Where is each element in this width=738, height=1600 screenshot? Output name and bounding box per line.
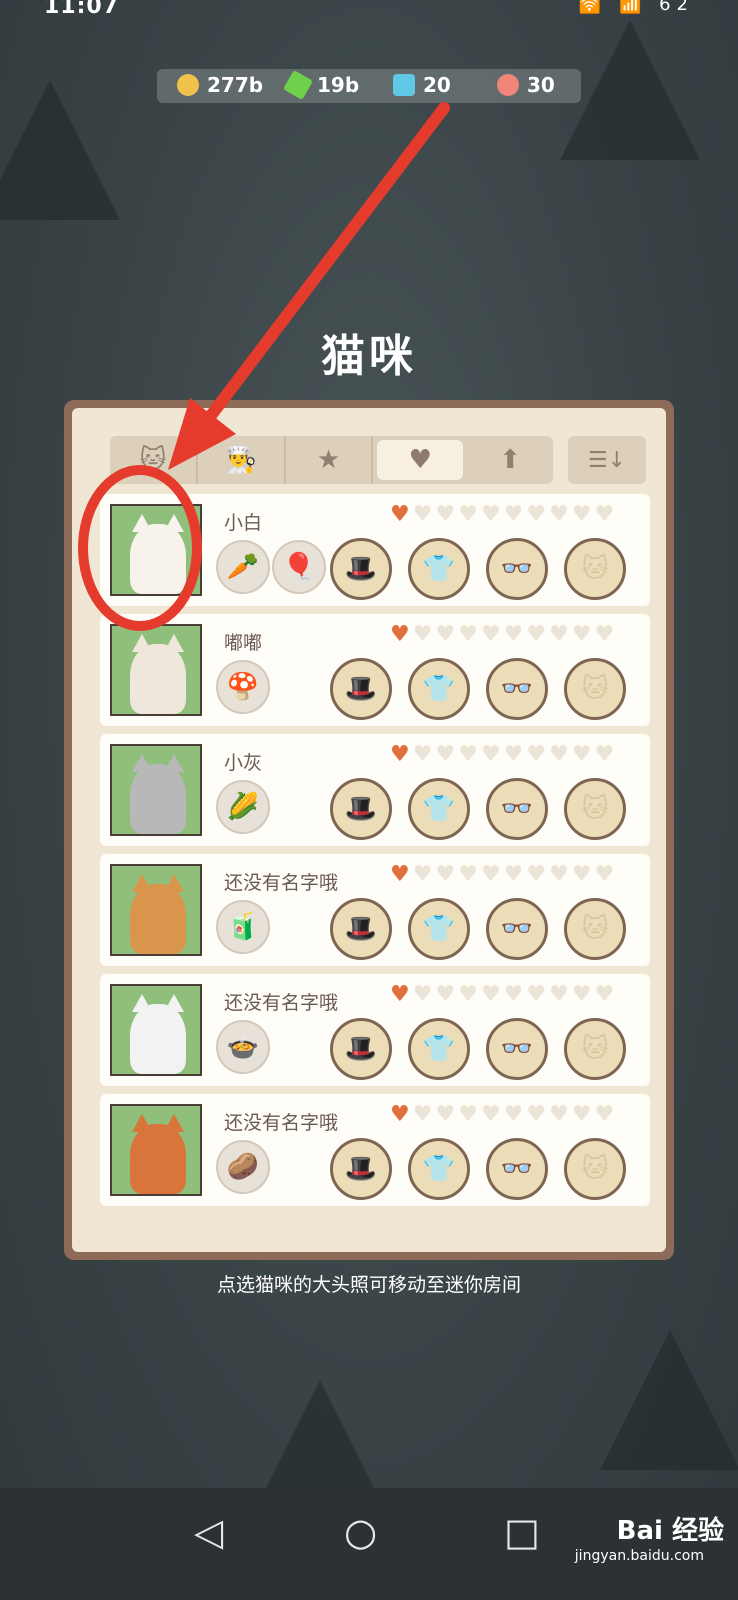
annotation-arrow-line (194, 102, 450, 436)
annotation-arrow-head (168, 398, 236, 470)
back-icon[interactable]: ◁ (194, 1510, 223, 1554)
annotation-overlay (78, 102, 450, 631)
watermark-site: jingyan.baidu.com (574, 1548, 704, 1564)
annotation-circle (78, 465, 202, 631)
watermark-brand: Bai 经验 (616, 1516, 724, 1546)
recents-icon[interactable]: □ (504, 1510, 540, 1554)
home-icon[interactable]: ○ (344, 1510, 377, 1554)
